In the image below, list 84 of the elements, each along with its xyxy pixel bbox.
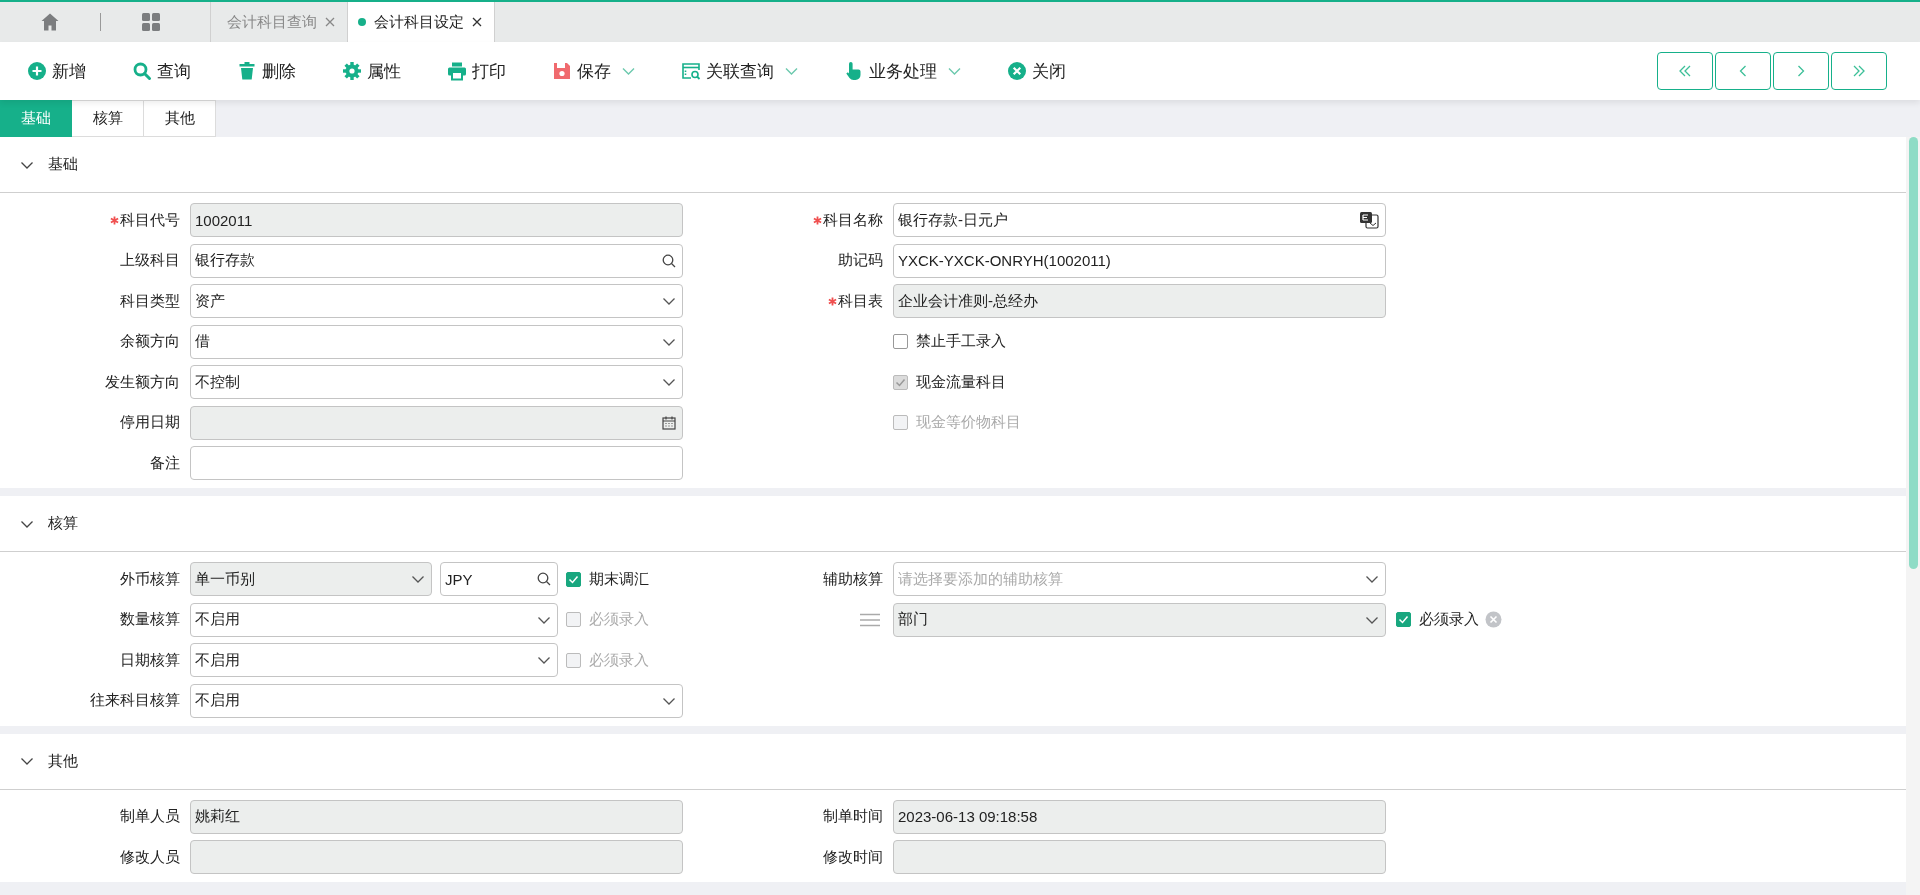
field-label: 制单时间: [823, 807, 883, 826]
active-dot: [358, 18, 366, 26]
last-button[interactable]: [1831, 52, 1887, 90]
field-label: 备注: [150, 453, 180, 473]
scrollbar[interactable]: [1906, 137, 1920, 895]
checkmark-icon: [568, 573, 579, 585]
search-icon[interactable]: [662, 253, 676, 268]
double-chevron-right-icon: [1852, 64, 1866, 78]
field-label: 科目类型: [120, 291, 180, 311]
input-field[interactable]: 银行存款-日元户: [893, 203, 1386, 237]
checkbox[interactable]: [893, 334, 908, 349]
checkbox-label: 现金等价物科目: [916, 413, 1021, 432]
settings-icon: [342, 61, 362, 81]
checkbox[interactable]: [566, 571, 581, 587]
checkbox-label: 期末调汇: [589, 569, 649, 589]
checkbox-label: 禁止手工录入: [916, 332, 1006, 351]
tab[interactable]: 会计科目设定: [348, 2, 495, 42]
chevron-left-icon: [1739, 64, 1747, 78]
checkbox-label: 必须录入: [589, 610, 649, 629]
section-title: 基础: [48, 155, 78, 174]
toolbar-button[interactable]: 关联查询: [681, 59, 798, 83]
dropdown-field[interactable]: 借: [190, 324, 683, 359]
field-label: 余额方向: [120, 332, 180, 351]
toolbar-button[interactable]: 查询: [132, 59, 191, 83]
pointing-hand-icon: [844, 61, 864, 81]
dropdown-field[interactable]: 不启用: [190, 683, 683, 718]
checkmark-icon: [1398, 614, 1409, 625]
window-search-icon: [681, 61, 701, 81]
field-label: 修改时间: [823, 847, 883, 867]
section-title: 其他: [48, 751, 78, 771]
dropdown-field[interactable]: 不启用: [190, 643, 558, 677]
lookup-field[interactable]: JPY: [440, 562, 558, 596]
close-circle-icon: [1007, 61, 1027, 81]
field-label: 助记码: [838, 251, 883, 270]
field-label: 停用日期: [120, 413, 180, 432]
close-icon[interactable]: [472, 17, 482, 27]
section-title: 核算: [48, 514, 78, 533]
dropdown-field[interactable]: 不启用: [190, 602, 558, 637]
field-label: 科目名称: [823, 210, 883, 230]
toolbar-button[interactable]: 删除: [237, 59, 296, 83]
double-chevron-left-icon: [1678, 64, 1692, 78]
toolbar-button[interactable]: 打印: [447, 59, 506, 83]
next-button[interactable]: [1773, 52, 1829, 90]
checkmark-icon: [895, 376, 906, 388]
field-label: 往来科目核算: [90, 691, 180, 710]
lookup-field[interactable]: 银行存款: [190, 243, 683, 278]
field-label: 发生额方向: [105, 372, 180, 392]
search-icon[interactable]: [537, 572, 551, 586]
field-label: 外币核算: [120, 569, 180, 589]
drag-handle-icon[interactable]: [859, 612, 881, 627]
grid-icon[interactable]: [141, 12, 161, 32]
field-label: 数量核算: [120, 610, 180, 629]
search-icon: [132, 61, 152, 81]
trash-icon: [237, 61, 257, 81]
plus-circle-icon: [27, 61, 47, 81]
tab[interactable]: 其他: [144, 100, 216, 137]
checkbox-label: 必须录入: [589, 650, 649, 670]
previous-button[interactable]: [1715, 52, 1771, 90]
first-button[interactable]: [1657, 52, 1713, 90]
chevron-right-icon: [1797, 64, 1805, 78]
checkbox-label: 必须录入: [1419, 610, 1479, 629]
home-icon[interactable]: [40, 12, 60, 32]
checkbox[interactable]: [1396, 612, 1411, 627]
input-field[interactable]: YXCK-YXCK-ONRYH(1002011): [893, 243, 1386, 278]
field-label: 科目表: [838, 291, 883, 311]
field-label: 修改人员: [120, 847, 180, 867]
tab[interactable]: 核算: [72, 100, 144, 137]
toolbar-button[interactable]: 保存: [552, 59, 635, 83]
field-label: 上级科目: [120, 251, 180, 270]
dropdown-field[interactable]: 不控制: [190, 365, 683, 399]
checkbox-label: 现金流量科目: [916, 372, 1006, 392]
field-label: 日期核算: [120, 650, 180, 670]
field-label: 科目代号: [120, 210, 180, 230]
translate-icon[interactable]: [1359, 211, 1379, 229]
input-field[interactable]: [190, 446, 683, 480]
printer-icon: [447, 61, 467, 81]
field-label: 辅助核算: [823, 569, 883, 589]
toolbar-button[interactable]: 关闭: [1007, 59, 1066, 83]
remove-icon[interactable]: [1485, 611, 1502, 628]
toolbar-button[interactable]: 业务处理: [844, 59, 961, 83]
field-label: 制单人员: [120, 807, 180, 826]
toolbar-button[interactable]: 新增: [27, 59, 86, 83]
dropdown-field[interactable]: 资产: [190, 284, 683, 318]
toolbar-button[interactable]: 属性: [342, 59, 401, 83]
